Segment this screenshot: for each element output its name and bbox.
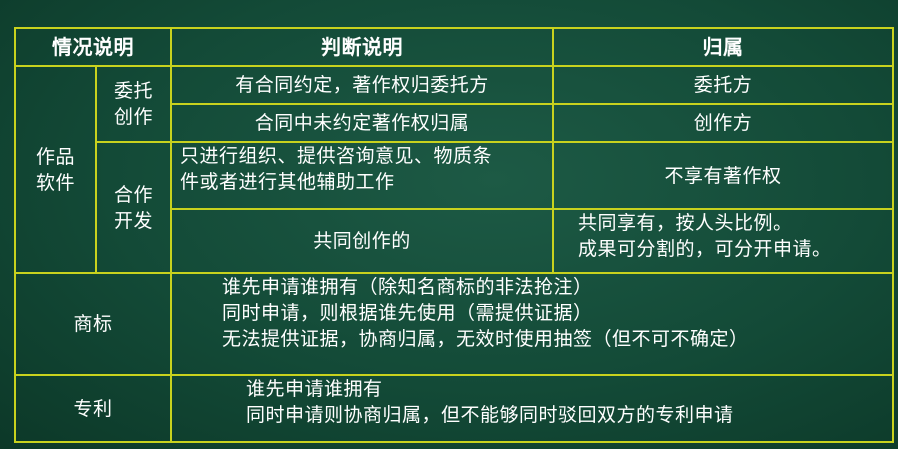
cooperative-row2-ownership: 共同享有，按人头比例。 成果可分割的，可分开申请。 [578, 210, 892, 272]
cooperative-label: 合作 开发 [97, 143, 170, 272]
header-situation: 情况说明 [52, 35, 134, 59]
commissioned-row2-ownership: 创作方 [693, 112, 753, 134]
commissioned-row1-ownership: 委托方 [693, 74, 753, 96]
commissioned-label-line1: 委托 [113, 80, 153, 102]
cooperative-row2-judgment: 共同创作的 [313, 230, 411, 252]
cooperative-label-line1: 合作 [113, 183, 153, 206]
trademark-rule-2: 同时申请，则根据谁先使用（需提供证据） [222, 302, 593, 324]
commissioned-label: 委托 创作 [97, 67, 170, 141]
commissioned-row2-judgment: 合同中未约定著作权归属 [254, 112, 470, 134]
rule-right [892, 27, 894, 443]
patent-rule-1: 谁先申请谁拥有 [246, 378, 383, 400]
trademark-label: 商标 [73, 313, 113, 335]
cooperative-label-line2: 开发 [113, 209, 153, 232]
cooperative-row1-judgment: 只进行组织、提供咨询意见、物质条 件或者进行其他辅助工作 [180, 143, 552, 208]
cooperative-row2-ownership-line1: 共同享有，按人头比例。 [578, 212, 793, 234]
patent-rule-2: 同时申请则协商归属，但不能够同时驳回双方的专利申请 [246, 404, 734, 426]
patent-label: 专利 [73, 397, 113, 420]
trademark-rule-3: 无法提供证据，协商归属，无效时使用抽签（但不可不确定） [222, 328, 749, 350]
commissioned-row1-judgment: 有合同约定，著作权归委托方 [235, 74, 489, 96]
software-category: 作品 软件 [16, 67, 95, 272]
software-category-line1: 作品 [35, 145, 75, 168]
header-judgment: 判断说明 [321, 35, 403, 59]
trademark-rule-1: 谁先申请谁拥有（除知名商标的非法抢注） [222, 276, 593, 298]
software-category-line2: 软件 [35, 171, 75, 194]
cooperative-row1-judgment-line1: 只进行组织、提供咨询意见、物质条 [180, 145, 493, 167]
rule-bottom [14, 441, 894, 443]
chalkboard-table: 情况说明 判断说明 归属 作品 软件 委托 创作 有合同约定，著作权归委托方 委… [0, 0, 898, 449]
cooperative-row1-ownership: 不享有著作权 [664, 164, 782, 187]
cooperative-row1-judgment-line2: 件或者进行其他辅助工作 [180, 171, 395, 193]
commissioned-label-line2: 创作 [113, 106, 153, 128]
trademark-rules: 谁先申请谁拥有（除知名商标的非法抢注） 同时申请，则根据谁先使用（需提供证据） … [222, 274, 892, 374]
header-ownership: 归属 [702, 35, 744, 59]
cooperative-row2-ownership-line2: 成果可分割的，可分开申请。 [578, 238, 832, 260]
patent-rules: 谁先申请谁拥有 同时申请则协商归属，但不能够同时驳回双方的专利申请 [246, 376, 892, 441]
